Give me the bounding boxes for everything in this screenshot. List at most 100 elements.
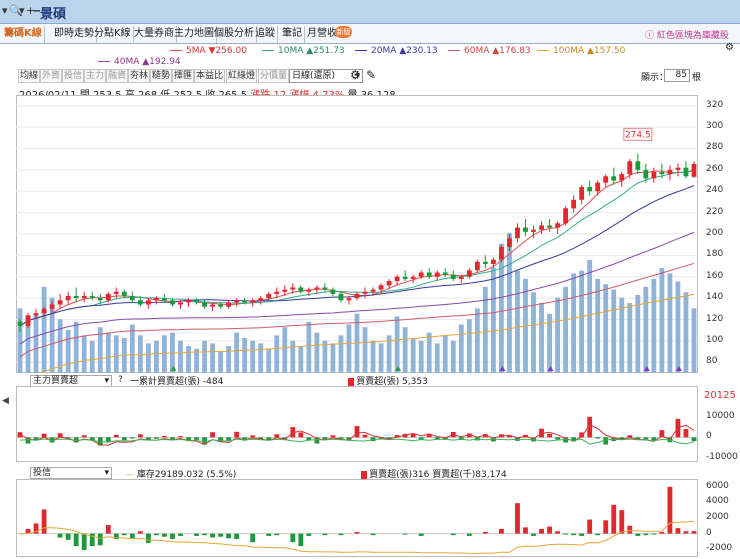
candle	[378, 285, 384, 290]
volume-bar	[571, 273, 577, 373]
candle	[386, 281, 392, 286]
tab-monthly-revenue[interactable]: 月營收	[305, 26, 339, 43]
candle	[563, 208, 569, 224]
btn-main[interactable]: 主力	[84, 69, 107, 83]
volume-bar	[154, 340, 159, 373]
btn-pe[interactable]: 本益比	[194, 69, 226, 83]
trust-bar	[482, 532, 488, 534]
candle	[250, 300, 256, 303]
main-force-bar	[105, 437, 111, 442]
btn-traffic-light[interactable]: 紅綠燈	[226, 69, 258, 83]
candle	[667, 169, 673, 175]
volume-bar	[515, 270, 520, 373]
candle	[242, 300, 248, 303]
volume-bar	[611, 289, 617, 373]
candle	[33, 313, 39, 316]
btn-price-volume[interactable]: 分價量	[258, 69, 290, 83]
trust-bar	[587, 519, 593, 534]
price-tick: 140	[706, 292, 724, 303]
candle	[258, 298, 264, 301]
main-force-bar	[81, 435, 87, 438]
trust-chart[interactable]	[16, 479, 698, 557]
trust-select[interactable]: 投信 ▾	[30, 467, 112, 479]
dropdown-icon[interactable]: ▾	[2, 4, 8, 17]
tab-stock-analysis[interactable]: 個股分析	[212, 26, 257, 43]
volume-bar	[499, 243, 504, 373]
tab-chip-kline[interactable]: 籌碼K線	[2, 26, 45, 43]
main-force-bar	[194, 437, 199, 440]
main-force-bar	[555, 437, 560, 440]
trust-bar	[515, 503, 520, 534]
volume-bar	[129, 324, 135, 373]
btn-trend[interactable]: 糙勢	[150, 69, 173, 83]
btn-trust[interactable]: 投信	[62, 69, 85, 83]
tab-big-broker[interactable]: 大量券商	[132, 26, 177, 43]
trust-bar	[531, 533, 536, 536]
volume-bar	[322, 340, 328, 373]
main-force-bar	[210, 432, 215, 438]
main-force-bar	[354, 426, 360, 438]
trust-bar	[402, 533, 408, 535]
candlestick-chart[interactable]: 274.5	[16, 95, 698, 373]
trust-bar	[635, 533, 641, 536]
trust-bar	[547, 526, 552, 534]
main-force-bar	[234, 431, 240, 438]
main-force-bar	[250, 435, 256, 438]
collapse-left-icon[interactable]: ◀	[2, 396, 9, 406]
tab-notes[interactable]: 筆記	[280, 26, 305, 43]
candle	[105, 293, 111, 301]
candle	[434, 272, 440, 277]
volume-bar	[450, 340, 456, 373]
btn-foreign[interactable]: 外資	[40, 69, 63, 83]
main-force-bar	[683, 429, 689, 438]
main-force-bar	[362, 434, 368, 438]
volume-bar	[474, 308, 480, 373]
trust-bar	[627, 525, 633, 534]
price-tick: 100	[706, 334, 724, 345]
candle	[474, 261, 480, 271]
main-force-bar	[178, 436, 183, 438]
main-force-bar	[595, 437, 601, 439]
help-icon[interactable]: ?	[118, 375, 123, 385]
volume-bar	[402, 327, 408, 373]
candle	[121, 291, 127, 297]
volume-bar	[587, 259, 593, 373]
btn-ma[interactable]: 均線	[18, 69, 41, 83]
promo-text[interactable]: ⓘ 紅色區塊為庫藏股	[645, 28, 729, 41]
trust-bar	[691, 531, 697, 534]
main-force-chart[interactable]	[16, 386, 698, 462]
chevron-down-icon[interactable]: ▾	[19, 4, 25, 17]
candle	[442, 272, 448, 275]
volume-bar	[442, 335, 448, 373]
candle	[539, 225, 544, 230]
candle	[651, 171, 657, 179]
gear-icon[interactable]: ⚙	[350, 68, 361, 82]
tab-bar: 籌碼K線 即時走勢 分點K線 大量券商 主力地圖 個股分析 追蹤 筆記 月營收	[0, 24, 740, 44]
candle	[635, 161, 641, 170]
trust-bar	[298, 533, 304, 547]
tab-main-map[interactable]: 主力地圖	[172, 26, 217, 43]
volume-bar	[314, 332, 320, 373]
price-tick: 160	[706, 270, 724, 281]
display-unit: 根	[692, 73, 702, 83]
tab-realtime[interactable]: 即時走勢	[52, 26, 97, 43]
candle	[65, 296, 71, 301]
btn-forest[interactable]: 夯林	[128, 69, 151, 83]
ma100-item: 100MA ▲157.50	[537, 46, 625, 56]
display-count-input[interactable]: 85	[664, 69, 690, 82]
candle	[611, 176, 617, 181]
price-tick: 180	[706, 249, 724, 260]
main-force-bar	[298, 432, 304, 438]
candle	[587, 186, 593, 192]
volume-bar	[378, 343, 384, 373]
volume-bar	[210, 343, 215, 373]
candle	[603, 176, 609, 183]
btn-select[interactable]: 擇匯	[172, 69, 195, 83]
volume-bar	[643, 286, 649, 373]
main-force-bar	[137, 434, 143, 438]
btn-margin[interactable]: 融資	[106, 69, 129, 83]
trust-bar	[81, 533, 87, 550]
pencil-icon[interactable]: ✎	[366, 68, 376, 82]
tab-branch-kline[interactable]: 分點K線	[92, 26, 134, 43]
tab-track[interactable]: 追蹤	[253, 26, 278, 43]
